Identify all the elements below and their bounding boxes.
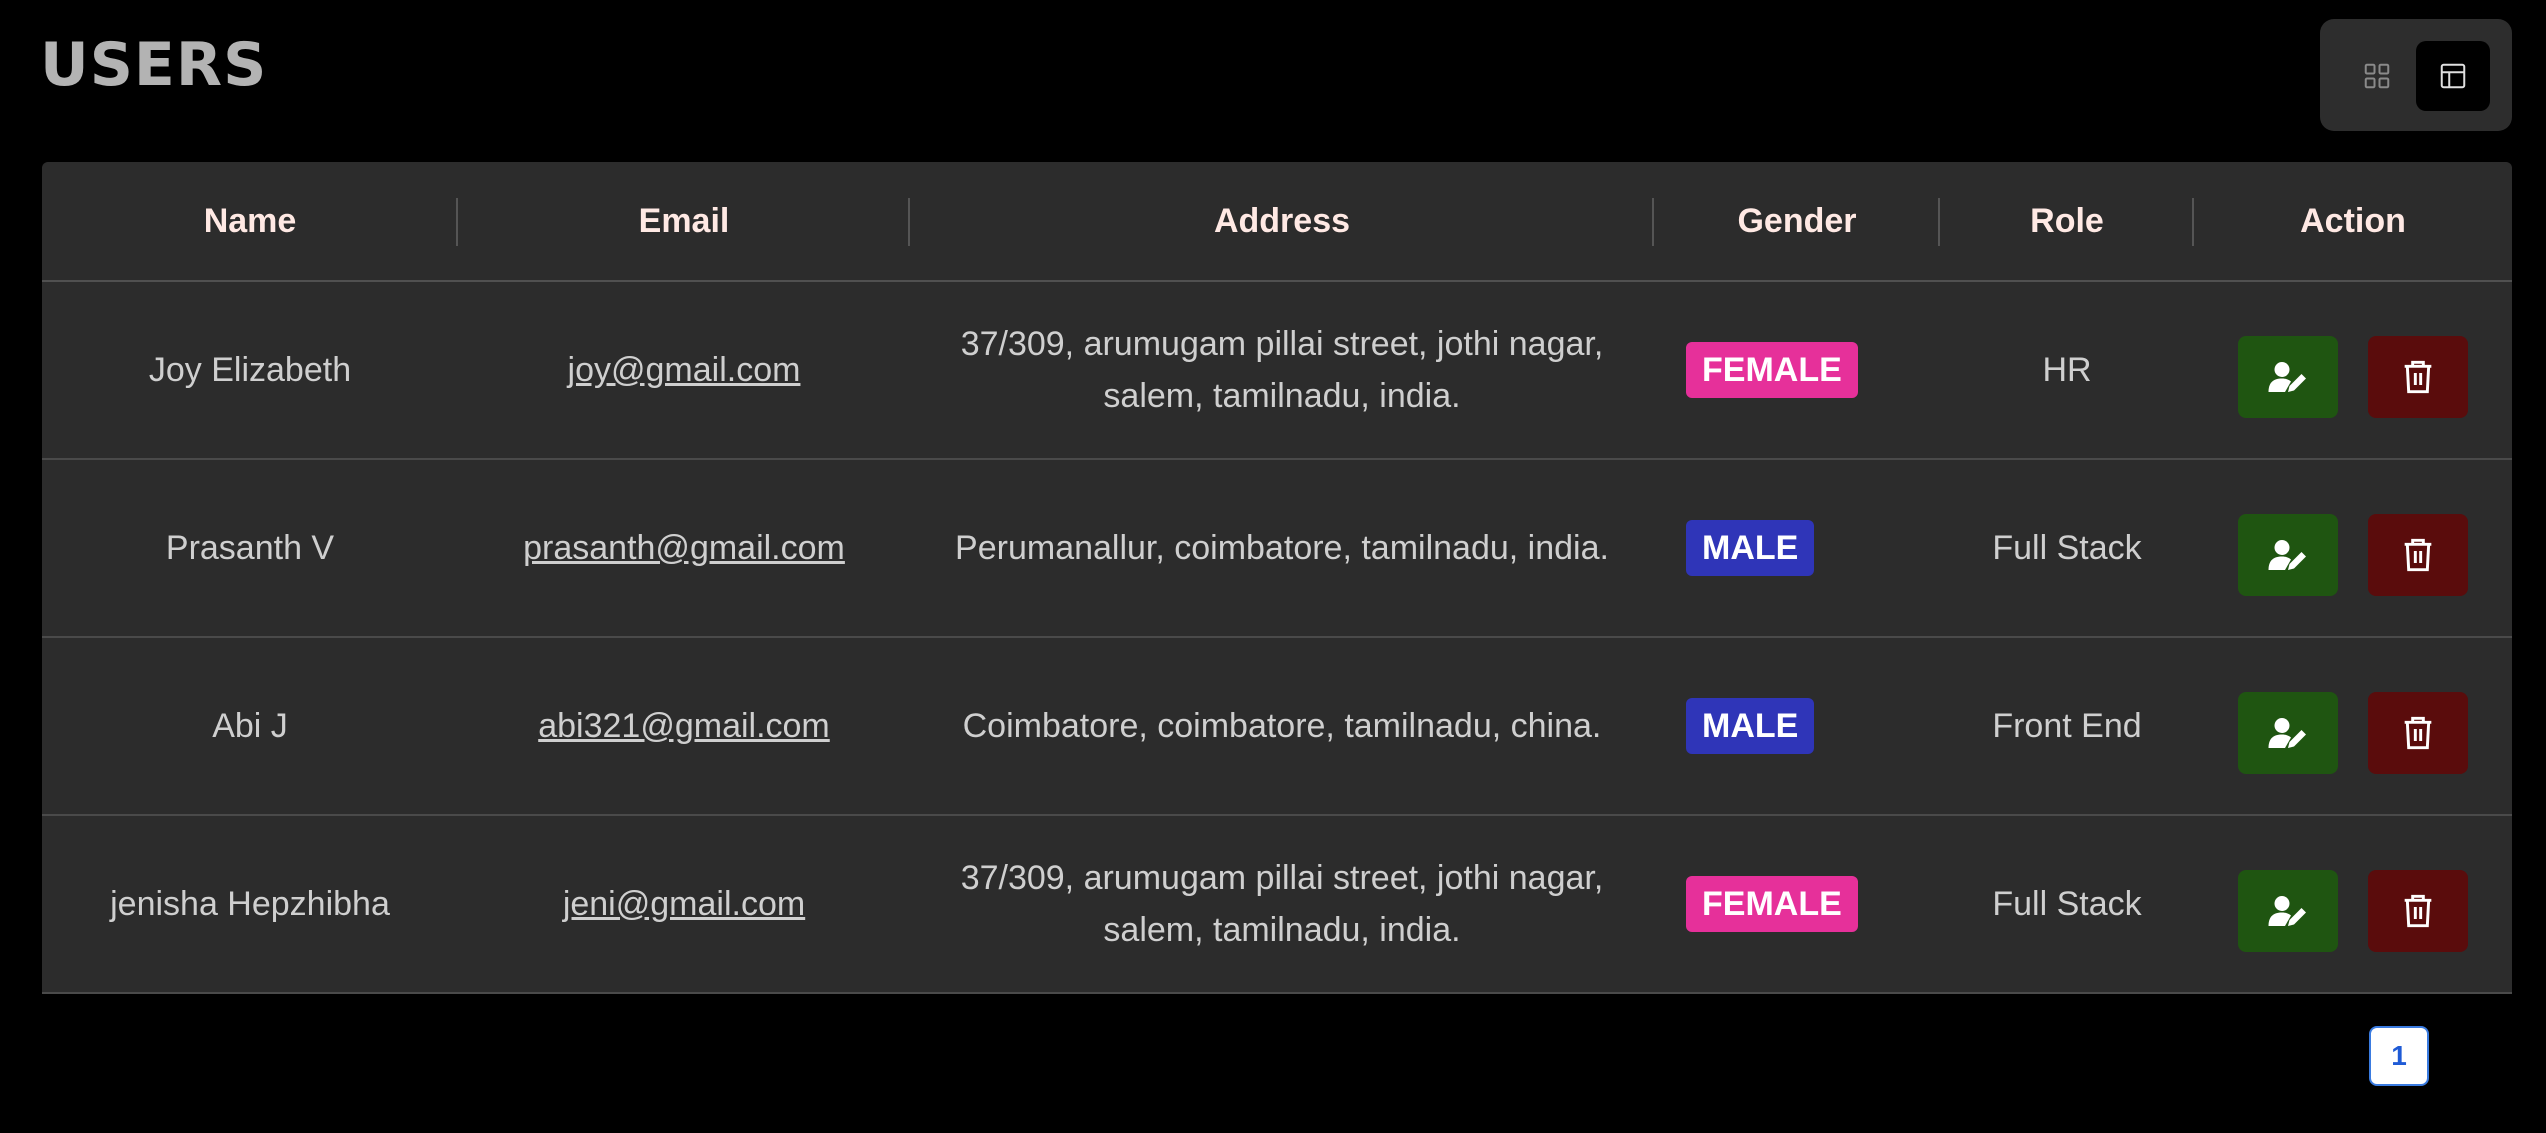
- user-name: Prasanth V: [42, 459, 458, 638]
- table-view-button[interactable]: [2416, 41, 2490, 111]
- trash-icon: [2404, 360, 2432, 394]
- column-header-gender[interactable]: Gender: [1654, 162, 1940, 282]
- page-title: USERS: [40, 30, 268, 100]
- user-email-link[interactable]: joy@gmail.com: [568, 351, 801, 389]
- column-header-email[interactable]: Email: [458, 162, 910, 282]
- user-edit-icon: [2268, 540, 2306, 570]
- gender-badge: MALE: [1686, 520, 1815, 576]
- user-name: Joy Elizabeth: [42, 281, 458, 460]
- column-header-address[interactable]: Address: [910, 162, 1654, 282]
- user-edit-icon: [2268, 718, 2306, 748]
- user-role: Full Stack: [1940, 459, 2194, 638]
- delete-user-button[interactable]: [2368, 870, 2468, 952]
- user-name: Abi J: [42, 637, 458, 816]
- edit-user-button[interactable]: [2238, 870, 2338, 952]
- table-row: jenisha Hepzhibha jeni@gmail.com 37/309,…: [42, 815, 2512, 994]
- user-role: Full Stack: [1940, 815, 2194, 994]
- grid-view-icon: [2364, 63, 2390, 89]
- table-header-row: Name Email Address Gender Role Action: [42, 162, 2512, 282]
- column-header-action: Action: [2194, 162, 2512, 282]
- user-address: 37/309, arumugam pillai street, jothi na…: [910, 281, 1654, 460]
- gender-badge: FEMALE: [1686, 342, 1858, 398]
- user-address: Perumanallur, coimbatore, tamilnadu, ind…: [910, 459, 1654, 638]
- column-header-name[interactable]: Name: [42, 162, 458, 282]
- delete-user-button[interactable]: [2368, 336, 2468, 418]
- user-email-link[interactable]: abi321@gmail.com: [538, 707, 830, 745]
- table-row: Joy Elizabeth joy@gmail.com 37/309, arum…: [42, 281, 2512, 460]
- trash-icon: [2404, 716, 2432, 750]
- delete-user-button[interactable]: [2368, 692, 2468, 774]
- user-email-link[interactable]: jeni@gmail.com: [563, 885, 805, 923]
- gender-badge: FEMALE: [1686, 876, 1858, 932]
- edit-user-button[interactable]: [2238, 514, 2338, 596]
- user-address: 37/309, arumugam pillai street, jothi na…: [910, 815, 1654, 994]
- edit-user-button[interactable]: [2238, 692, 2338, 774]
- edit-user-button[interactable]: [2238, 336, 2338, 418]
- grid-view-button[interactable]: [2340, 41, 2414, 111]
- view-toggle: [2320, 19, 2512, 131]
- user-role: Front End: [1940, 637, 2194, 816]
- gender-badge: MALE: [1686, 698, 1815, 754]
- table-row: Prasanth V prasanth@gmail.com Perumanall…: [42, 459, 2512, 638]
- user-edit-icon: [2268, 896, 2306, 926]
- user-address: Coimbatore, coimbatore, tamilnadu, china…: [910, 637, 1654, 816]
- trash-icon: [2404, 538, 2432, 572]
- trash-icon: [2404, 894, 2432, 928]
- column-header-role[interactable]: Role: [1940, 162, 2194, 282]
- delete-user-button[interactable]: [2368, 514, 2468, 596]
- user-role: HR: [1940, 281, 2194, 460]
- table-row: Abi J abi321@gmail.com Coimbatore, coimb…: [42, 637, 2512, 816]
- user-email-link[interactable]: prasanth@gmail.com: [523, 529, 845, 567]
- pagination-page-1[interactable]: 1: [2369, 1026, 2429, 1086]
- users-table: Name Email Address Gender Role Action Jo…: [42, 162, 2512, 994]
- user-name: jenisha Hepzhibha: [42, 815, 458, 994]
- user-edit-icon: [2268, 362, 2306, 392]
- table-view-icon: [2440, 63, 2466, 89]
